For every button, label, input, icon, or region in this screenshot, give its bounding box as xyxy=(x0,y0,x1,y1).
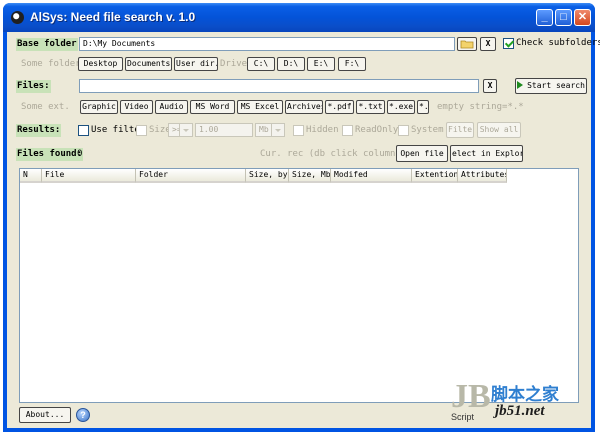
system-checkbox[interactable] xyxy=(398,125,409,136)
ext-msexcel-button[interactable]: MS Excel xyxy=(237,100,283,114)
drive-f-button[interactable]: F:\ xyxy=(338,57,366,71)
drive-e-button[interactable]: E:\ xyxy=(307,57,335,71)
start-search-label: Start search xyxy=(527,81,585,90)
system-label: System xyxy=(411,125,444,135)
some-folders-label: Some folders xyxy=(21,59,87,69)
column-header-attributes[interactable]: Attributes xyxy=(458,169,507,183)
hidden-checkbox[interactable] xyxy=(293,125,304,136)
column-header-extension[interactable]: Extention xyxy=(412,169,458,183)
ext-video-button[interactable]: Video xyxy=(120,100,153,114)
some-ext-label: Some ext. xyxy=(21,102,70,112)
check-subfolders-label: Check subfolders xyxy=(516,38,600,48)
watermark-site-name: 脚本之家 xyxy=(491,385,559,405)
base-folder-input[interactable]: D:\My Documents xyxy=(79,37,455,51)
minimize-button[interactable]: _ xyxy=(536,9,553,26)
files-label: Files: xyxy=(16,80,51,93)
results-label: Results: xyxy=(16,124,62,137)
size-unit-select[interactable]: Mb xyxy=(255,123,285,137)
size-operator-select[interactable]: >= xyxy=(168,123,193,137)
start-search-button[interactable]: Start search xyxy=(515,78,587,94)
column-header-file[interactable]: File xyxy=(42,169,136,183)
column-header-n[interactable]: N xyxy=(20,169,42,183)
help-icon[interactable]: ? xyxy=(76,408,90,422)
ext-txt-button[interactable]: *.txt xyxy=(356,100,385,114)
column-header-size-mb[interactable]: Size, Mb xyxy=(289,169,331,183)
empty-string-hint: empty string=*.* xyxy=(437,102,524,112)
results-table[interactable]: N File Folder Size, byt Size, Mb Modifed… xyxy=(19,168,579,403)
app-window: AlSys: Need file search v. 1.0 _ □ ✕ Bas… xyxy=(3,3,600,432)
app-icon xyxy=(11,11,24,24)
open-file-button[interactable]: Open file xyxy=(396,145,448,162)
folder-icon xyxy=(460,40,474,49)
window-title: AlSys: Need file search v. 1.0 xyxy=(30,10,196,24)
readonly-checkbox[interactable] xyxy=(342,125,353,136)
clear-files-button[interactable]: X xyxy=(483,79,497,93)
select-in-explorer-button[interactable]: elect in Explore xyxy=(450,145,523,162)
maximize-button[interactable]: □ xyxy=(555,9,572,26)
chevron-down-icon xyxy=(179,124,192,136)
close-button[interactable]: ✕ xyxy=(574,9,591,26)
clear-base-folder-button[interactable]: X xyxy=(480,37,496,51)
readonly-label: ReadOnly xyxy=(355,125,399,135)
watermark-script-text: Script xyxy=(451,412,475,422)
drive-d-button[interactable]: D:\ xyxy=(277,57,305,71)
ext-exe-button[interactable]: *.exe xyxy=(387,100,415,114)
column-header-folder[interactable]: Folder xyxy=(136,169,246,183)
use-filter-checkbox[interactable] xyxy=(78,125,89,136)
ext-audio-button[interactable]: Audio xyxy=(155,100,188,114)
watermark-logo: JB xyxy=(451,378,491,415)
filter-button[interactable]: Filter xyxy=(446,122,474,138)
base-folder-label: Base folder xyxy=(16,38,78,51)
client-area: Base folder D:\My Documents X Check subf… xyxy=(7,32,600,428)
files-found-label: Files found: xyxy=(16,148,84,161)
check-subfolders-checkbox[interactable] xyxy=(503,38,514,49)
ext-pdf-button[interactable]: *.pdf xyxy=(325,100,354,114)
documents-button[interactable]: Documents xyxy=(125,57,172,71)
watermark-url: jb51.net xyxy=(495,403,545,419)
ext-any-button[interactable]: *. xyxy=(417,100,429,114)
title-bar[interactable]: AlSys: Need file search v. 1.0 _ □ ✕ xyxy=(3,3,595,32)
ext-graphic-button[interactable]: Graphic xyxy=(80,100,118,114)
files-input[interactable] xyxy=(79,79,479,93)
user-dir-button[interactable]: User dir. xyxy=(174,57,218,71)
column-header-size-bytes[interactable]: Size, byt xyxy=(246,169,289,183)
size-value-input[interactable]: 1.00 xyxy=(195,123,253,137)
size-unit-value: Mb xyxy=(259,125,269,134)
about-button[interactable]: About... xyxy=(19,407,71,423)
size-value: 1.00 xyxy=(199,125,219,134)
chevron-down-icon xyxy=(271,124,284,136)
ext-archives-button[interactable]: Archives xyxy=(285,100,323,114)
size-checkbox[interactable] xyxy=(136,125,147,136)
hidden-label: Hidden xyxy=(306,125,339,135)
drive-c-button[interactable]: C:\ xyxy=(247,57,275,71)
desktop-button[interactable]: Desktop xyxy=(78,57,123,71)
watermark: JB Script 脚本之家 jb51.net xyxy=(445,378,591,424)
ext-msword-button[interactable]: MS Word xyxy=(190,100,235,114)
files-found-count: 0 xyxy=(77,149,83,159)
show-all-button[interactable]: Show all xyxy=(477,122,521,138)
column-header-modified[interactable]: Modifed xyxy=(331,169,412,183)
browse-folder-button[interactable] xyxy=(457,37,477,51)
